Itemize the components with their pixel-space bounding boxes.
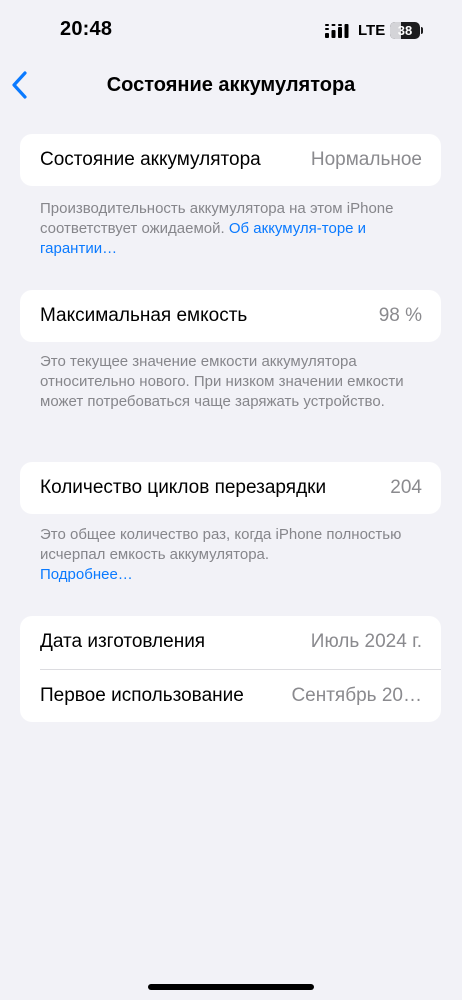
- max-capacity-card: Максимальная емкость 98 %: [20, 290, 441, 342]
- status-bar: 20:48 LTE 38: [0, 0, 462, 60]
- home-indicator[interactable]: [148, 984, 314, 990]
- max-capacity-label: Максимальная емкость: [40, 305, 248, 326]
- manufacture-date-value: Июль 2024 г.: [310, 631, 422, 652]
- max-capacity-row: Максимальная емкость 98 %: [20, 290, 441, 342]
- battery-health-note: Производительность аккумулятора на этом …: [40, 199, 422, 259]
- battery-health-row[interactable]: Состояние аккумулятора Нормальное: [20, 134, 441, 186]
- page-title: Состояние аккумулятора: [106, 74, 356, 96]
- navigation-bar: Состояние аккумулятора: [0, 60, 462, 112]
- cycle-count-note-text: Это общее количество раз, когда iPhone п…: [40, 526, 402, 563]
- battery-tip: [421, 27, 423, 34]
- battery-percent: 38: [397, 23, 413, 38]
- learn-more-link[interactable]: Подробнее…: [40, 566, 133, 583]
- first-use-label: Первое использование: [40, 685, 244, 706]
- cycle-count-value: 204: [390, 477, 422, 498]
- first-use-row: Первое использование Сентябрь 20…: [20, 670, 441, 722]
- cycle-count-card: Количество циклов перезарядки 204: [20, 462, 441, 514]
- battery-health-value: Нормальное: [310, 149, 422, 170]
- max-capacity-note: Это текущее значение емкости аккумулятор…: [40, 353, 404, 410]
- network-type: LTE: [358, 22, 386, 39]
- status-time: 20:48: [60, 18, 113, 40]
- battery-health-label: Состояние аккумулятора: [40, 149, 261, 170]
- cycle-count-row: Количество циклов перезарядки 204: [20, 462, 441, 514]
- manufacture-date-row: Дата изготовления Июль 2024 г.: [20, 616, 441, 670]
- max-capacity-value: 98 %: [378, 305, 422, 326]
- dates-card: Дата изготовления Июль 2024 г. Первое ис…: [20, 616, 441, 722]
- cellular-signal-icon: [325, 24, 349, 38]
- first-use-value: Сентябрь 20…: [291, 685, 422, 706]
- cycle-count-label: Количество циклов перезарядки: [40, 477, 327, 498]
- manufacture-date-label: Дата изготовления: [40, 631, 206, 652]
- battery-icon: 38: [390, 22, 420, 39]
- cycle-count-note: Это общее количество раз, когда iPhone п…: [40, 525, 422, 585]
- battery-health-card: Состояние аккумулятора Нормальное: [20, 134, 441, 186]
